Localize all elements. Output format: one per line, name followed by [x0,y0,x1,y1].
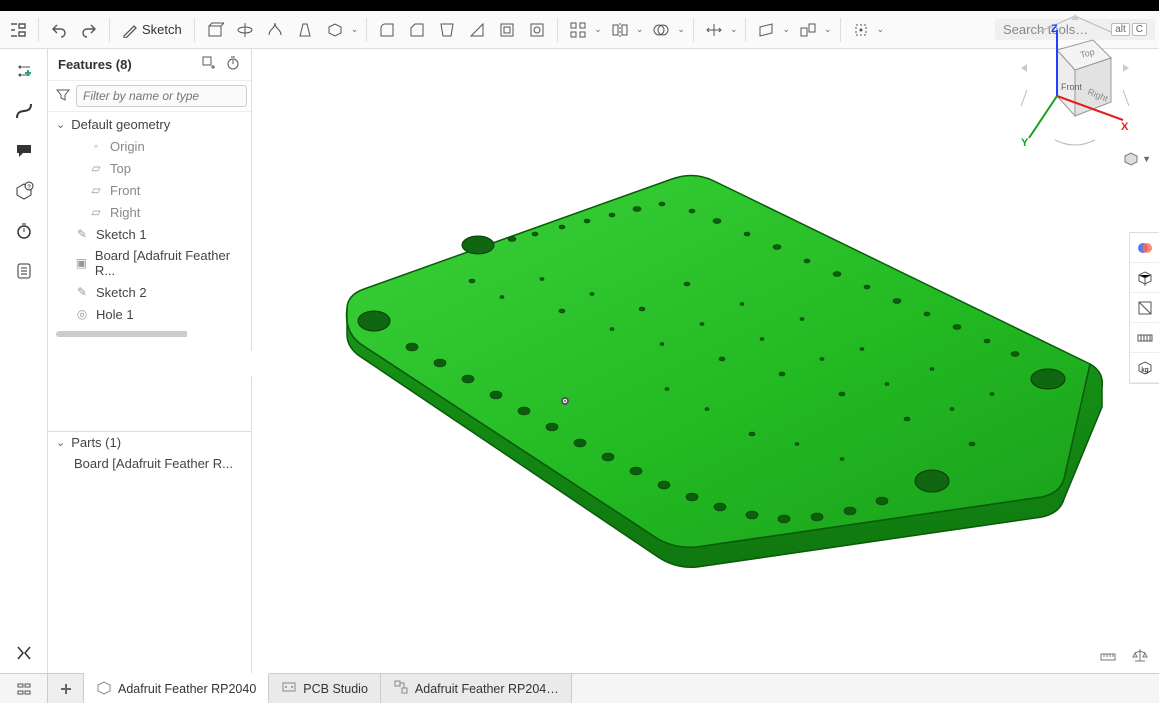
tree-default-geometry[interactable]: ⌄ Default geometry [48,114,251,135]
boolean-icon[interactable] [647,16,675,44]
right-tool-rail: kg [1129,232,1159,384]
tree-sketch2[interactable]: ✎Sketch 2 [48,281,251,303]
fillet-icon[interactable] [373,16,401,44]
feature-tree-toggle-icon[interactable] [4,16,32,44]
tree-hole1[interactable]: ◎Hole 1 [48,303,251,325]
package-icon[interactable]: ? [8,175,40,207]
sketch-label: Sketch [142,22,182,37]
chamfer-icon[interactable] [403,16,431,44]
loft-icon[interactable] [291,16,319,44]
units-icon[interactable] [1099,646,1117,667]
variables-icon[interactable] [8,637,40,669]
selection-icon[interactable] [847,16,875,44]
tree-sketch1[interactable]: ✎Sketch 1 [48,223,251,245]
svg-text:Y: Y [1021,137,1029,149]
extrude-icon[interactable] [201,16,229,44]
tab-part-studio[interactable]: Adafruit Feather RP2040 [84,673,269,703]
insert-icon[interactable] [8,55,40,87]
sketch-button[interactable]: Sketch [116,16,188,44]
tab-manager-icon[interactable] [0,674,48,703]
comment-icon[interactable] [8,135,40,167]
sheet-icon[interactable] [8,255,40,287]
undo-icon[interactable] [45,16,73,44]
rollback-icon[interactable] [225,55,241,74]
shell-icon[interactable] [493,16,521,44]
left-rail: ? [0,49,48,673]
features-panel: Features (8) ⌄ Default geometry ◦ Origin… [48,49,252,673]
mass-props-icon[interactable]: kg [1130,353,1159,383]
plane-icon: ▱ [88,160,104,176]
plane-icon: ▱ [88,182,104,198]
add-tab-button[interactable] [48,674,84,703]
scales-icon[interactable] [1131,646,1149,667]
tree-plane-top[interactable]: ▱Top [48,157,251,179]
mounting-hole [358,311,390,331]
stopwatch-icon[interactable] [8,215,40,247]
plane-icon[interactable] [752,16,780,44]
revolve-icon[interactable] [231,16,259,44]
boolean-dropdown[interactable]: ⌄ [675,24,687,35]
render-mode-dropdown[interactable]: ▼ [1122,150,1151,168]
svg-text:Z: Z [1051,23,1058,35]
appearance-icon[interactable] [1130,233,1159,263]
features-title: Features (8) [58,57,193,72]
measure-icon[interactable] [1130,323,1159,353]
origin-icon: ◦ [88,138,104,154]
sketch-icon: ✎ [74,284,90,300]
tree-board[interactable]: ▣Board [Adafruit Feather R... [48,245,251,281]
sweep-icon[interactable] [261,16,289,44]
section-icon[interactable] [1130,293,1159,323]
curve-icon[interactable] [8,95,40,127]
svg-text:X: X [1121,121,1129,133]
mirror-icon[interactable] [606,16,634,44]
tab-assembly[interactable]: Adafruit Feather RP204… [381,674,572,703]
pcb-icon [281,679,297,698]
filter-input[interactable] [76,85,247,107]
main-toolbar: Sketch ⌄ ⌄ ⌄ ⌄ ⌄ ⌄ ⌄ ⌄ Search tools… alt… [0,11,1159,49]
origin-marker [561,397,569,405]
parts-header[interactable]: ⌄ Parts (1) [48,432,251,453]
sketch-icon: ✎ [74,226,90,242]
thicken-icon[interactable] [321,16,349,44]
rib-icon[interactable] [463,16,491,44]
svg-text:kg: kg [1141,367,1149,374]
selection-dropdown[interactable]: ⌄ [875,24,887,35]
hole-icon[interactable] [523,16,551,44]
draft-icon[interactable] [433,16,461,44]
mounting-hole [915,470,949,492]
redo-icon[interactable] [75,16,103,44]
plane-icon: ▱ [88,204,104,220]
transform-icon[interactable] [700,16,728,44]
mirror-dropdown[interactable]: ⌄ [634,24,646,35]
bottom-tabs: Adafruit Feather RP2040 PCB Studio Adafr… [0,673,1159,703]
assembly-icon [393,679,409,698]
transform-dropdown[interactable]: ⌄ [728,24,740,35]
part-studio-icon [96,680,112,699]
parts-item[interactable]: Board [Adafruit Feather R... [48,453,251,474]
tab-pcb-studio[interactable]: PCB Studio [269,674,381,703]
plane-dropdown[interactable]: ⌄ [780,24,792,35]
scrollbar[interactable] [56,331,243,337]
pattern-icon[interactable] [564,16,592,44]
isometric-icon[interactable] [1130,263,1159,293]
thicken-dropdown[interactable]: ⌄ [349,24,361,35]
add-feature-icon[interactable] [201,55,217,74]
extrude-icon: ▣ [74,255,89,271]
hole-icon: ◎ [74,306,90,322]
pattern-dropdown[interactable]: ⌄ [592,24,604,35]
svg-text:Front: Front [1061,82,1083,92]
derived-dropdown[interactable]: ⌄ [822,24,834,35]
mounting-hole [462,236,494,254]
derived-icon[interactable] [794,16,822,44]
view-cube[interactable]: Top Front Right Z X Y [1015,10,1135,160]
filter-icon[interactable] [56,88,70,105]
tree-plane-front[interactable]: ▱Front [48,179,251,201]
mounting-hole [1031,369,1065,389]
tree-plane-right[interactable]: ▱Right [48,201,251,223]
tree-origin[interactable]: ◦ Origin [48,135,251,157]
